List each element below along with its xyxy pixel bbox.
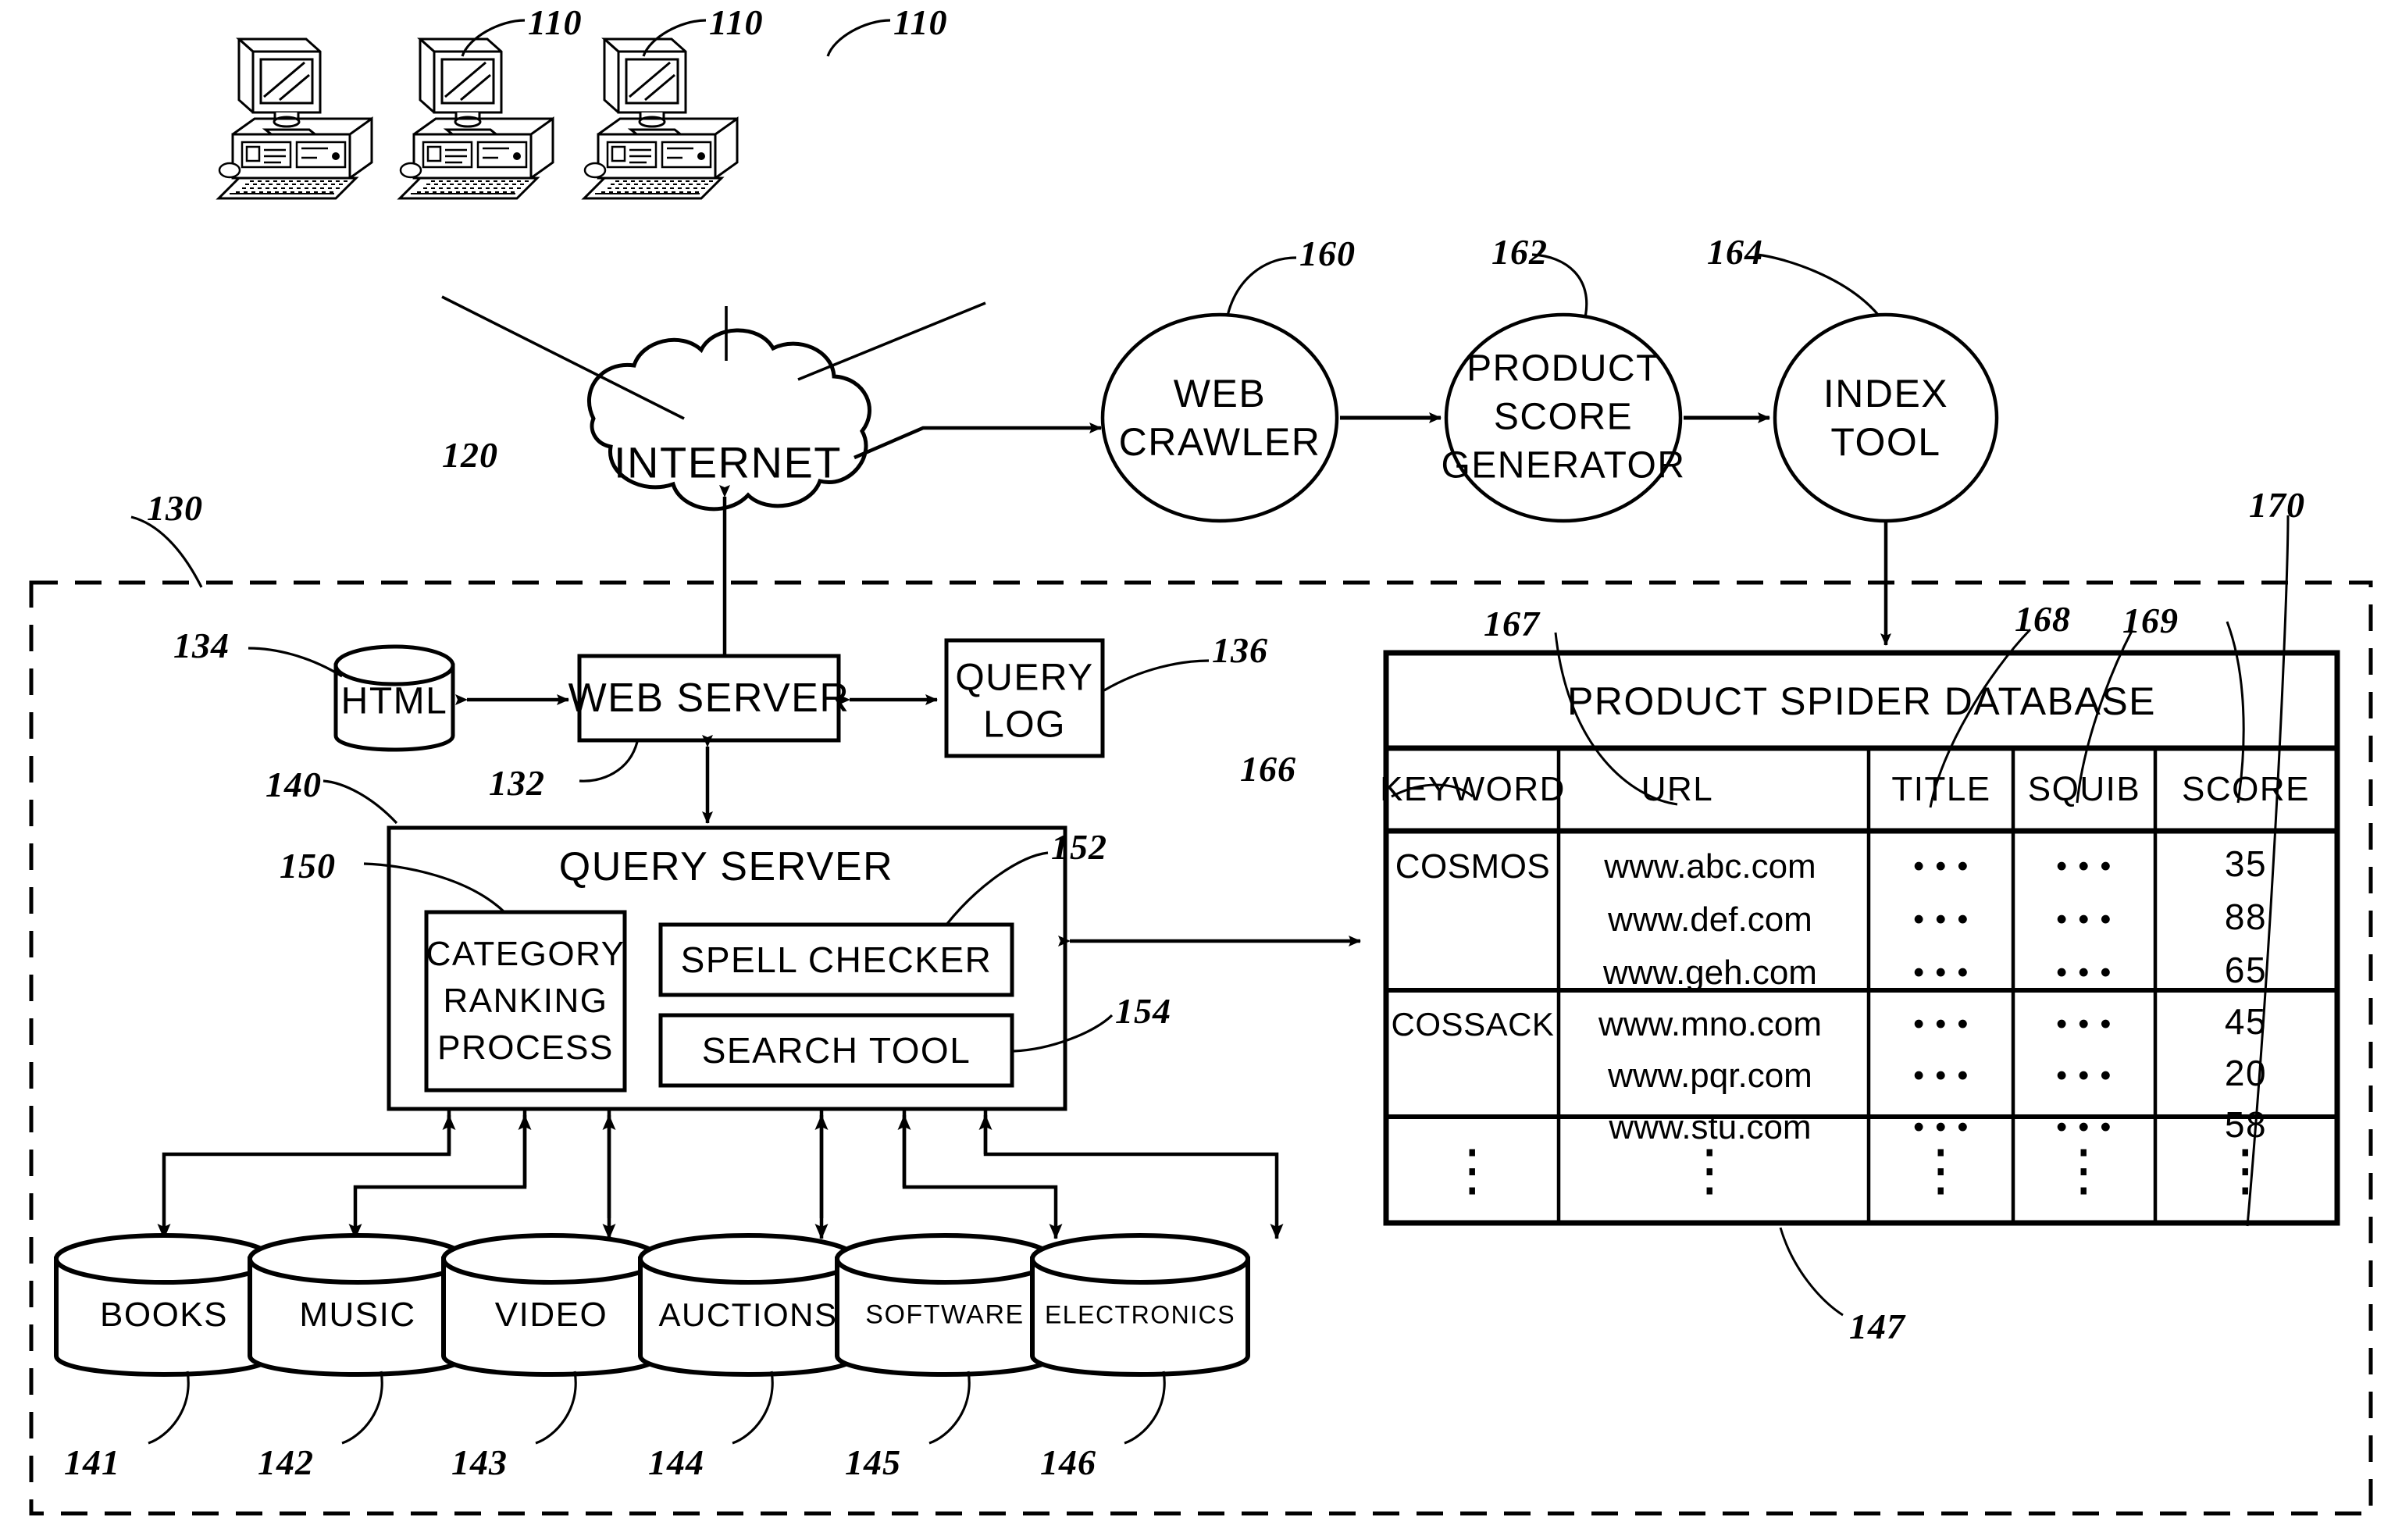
- spider-cell-score-r3: 65: [2224, 950, 2268, 990]
- ref-142: 142: [258, 1442, 314, 1482]
- ref-166: 166: [1240, 749, 1296, 789]
- search-tool-label: SEARCH TOOL: [701, 1030, 971, 1071]
- index-tool-label-2: TOOL: [1830, 420, 1941, 464]
- ref-152: 152: [1051, 827, 1107, 867]
- spider-col-header-squib: SQUIB: [2027, 770, 2141, 808]
- spider-cell-url-r2: www.def.com: [1608, 900, 1812, 939]
- spider-cell-score-r4: 45: [2224, 1001, 2268, 1042]
- spider-cell-url-r4: www.mno.com: [1598, 1005, 1823, 1043]
- html-store-label: HTML: [340, 680, 448, 722]
- category-db-label-software: SOFTWARE: [865, 1299, 1025, 1330]
- category-ranking-process-label-1: CATEGORY: [426, 935, 625, 973]
- spider-cell-title-r1: • • •: [1913, 849, 1969, 884]
- ref-144: 144: [648, 1442, 704, 1482]
- client-computer-2: [398, 37, 554, 200]
- ref-162: 162: [1491, 232, 1548, 272]
- index-tool-label-1: INDEX: [1823, 372, 1949, 415]
- ref-141: 141: [64, 1442, 120, 1482]
- ref-147: 147: [1849, 1307, 1905, 1346]
- spider-continuation-keyword: ⋮: [1444, 1139, 1502, 1202]
- spider-table-title: PRODUCT SPIDER DATABASE: [1566, 679, 2157, 723]
- product-score-generator-label-1: PRODUCT: [1467, 348, 1660, 390]
- category-db-label-auctions: AUCTIONS: [658, 1296, 838, 1333]
- spider-cell-score-r1: 35: [2224, 843, 2268, 884]
- query-log-label-2: LOG: [983, 704, 1066, 746]
- category-ranking-process-label-3: PROCESS: [437, 1028, 614, 1067]
- ref-167: 167: [1484, 604, 1540, 643]
- query-log-label-1: QUERY: [955, 657, 1094, 699]
- ref-140: 140: [266, 765, 322, 804]
- spider-col-header-score: SCORE: [2182, 770, 2310, 808]
- spider-cell-squib-r4: • • •: [2056, 1007, 2112, 1042]
- spider-cell-title-r5: • • •: [1913, 1058, 1969, 1093]
- category-db-label-books: BOOKS: [100, 1296, 228, 1334]
- ref-132: 132: [489, 763, 545, 803]
- category-db-label-music: MUSIC: [299, 1296, 416, 1334]
- ref-168: 168: [2015, 599, 2071, 639]
- spider-col-header-keyword: KEYWORD: [1380, 770, 1566, 808]
- spider-continuation-score: ⋮: [2217, 1139, 2275, 1202]
- ref-169: 169: [2122, 601, 2179, 640]
- ref-130: 130: [147, 488, 203, 528]
- ref-143: 143: [451, 1442, 508, 1482]
- spider-continuation-squib: ⋮: [2055, 1139, 2113, 1202]
- ref-146: 146: [1040, 1442, 1096, 1482]
- internet-label: INTERNET: [614, 437, 842, 487]
- ref-110-c: 110: [893, 2, 948, 42]
- spider-cell-squib-r3: • • •: [2056, 955, 2112, 990]
- ref-164: 164: [1707, 232, 1763, 272]
- spider-table-frame: [1383, 650, 2340, 1226]
- spell-checker-label: SPELL CHECKER: [680, 939, 993, 980]
- spider-cell-url-r3: www.geh.com: [1603, 954, 1817, 992]
- spider-cell-title-r2: • • •: [1913, 902, 1969, 937]
- spider-continuation-title: ⋮: [1912, 1139, 1970, 1202]
- spider-cell-title-r3: • • •: [1913, 955, 1969, 990]
- ref-136: 136: [1212, 630, 1268, 670]
- ref-160: 160: [1299, 233, 1356, 273]
- product-score-generator-label-3: GENERATOR: [1441, 444, 1686, 487]
- spider-cell-title-r4: • • •: [1913, 1007, 1969, 1042]
- spider-cell-score-r5: 20: [2224, 1053, 2268, 1093]
- category-ranking-process-label-2: RANKING: [443, 982, 608, 1020]
- web-server-label: WEB SERVER: [568, 676, 850, 721]
- spider-col-header-title: TITLE: [1891, 770, 1991, 808]
- ref-145: 145: [845, 1442, 901, 1482]
- spider-group-keyword-cosmos: COSMOS: [1395, 847, 1551, 886]
- client-computer-1: [217, 37, 373, 200]
- product-score-generator-label-2: SCORE: [1493, 396, 1634, 438]
- category-db-label-electronics: ELECTRONICS: [1044, 1300, 1236, 1329]
- spider-cell-score-r2: 88: [2224, 897, 2268, 937]
- ref-154: 154: [1115, 991, 1171, 1031]
- spider-continuation-url: ⋮: [1681, 1139, 1739, 1202]
- spider-cell-url-r5: www.pqr.com: [1608, 1057, 1812, 1095]
- spider-cell-squib-r2: • • •: [2056, 902, 2112, 937]
- category-db-label-video: VIDEO: [494, 1296, 608, 1334]
- query-server-label: QUERY SERVER: [558, 844, 894, 889]
- web-crawler-oval: [1100, 312, 1339, 523]
- ref-170: 170: [2249, 485, 2305, 525]
- spider-cell-squib-r1: • • •: [2056, 849, 2112, 884]
- web-crawler-label-1: WEB: [1173, 372, 1267, 415]
- ref-110-b: 110: [709, 2, 764, 42]
- patent-figure: 110 110 110 INTERNET 120 130 WEB CRAWLER…: [0, 0, 2402, 1540]
- spider-cell-url-r1: www.abc.com: [1604, 847, 1816, 886]
- web-crawler-label-2: CRAWLER: [1118, 420, 1321, 464]
- spider-cell-squib-r5: • • •: [2056, 1058, 2112, 1093]
- ref-110-a: 110: [528, 2, 583, 42]
- ref-134: 134: [173, 626, 230, 665]
- ref-120: 120: [442, 435, 498, 475]
- spider-col-header-url: URL: [1641, 770, 1714, 808]
- ref-150: 150: [280, 846, 336, 886]
- client-computer-3: [583, 37, 739, 200]
- index-tool-oval: [1773, 312, 1999, 523]
- spider-group-keyword-cossack: COSSACK: [1391, 1006, 1555, 1043]
